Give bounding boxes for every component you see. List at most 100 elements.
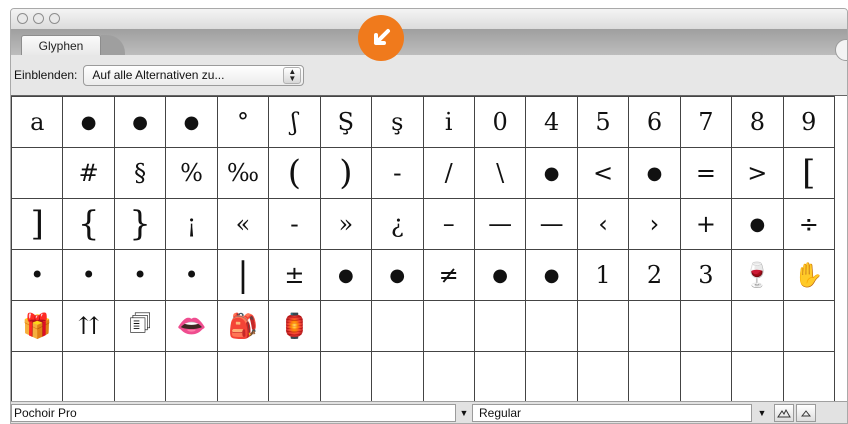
glyph-cell[interactable]: ● [628,147,681,199]
glyph-cell[interactable] [525,351,578,402]
glyph-cell[interactable] [628,300,681,352]
glyph-cell[interactable]: ● [731,198,784,250]
glyph-cell[interactable]: ‹ [576,198,630,250]
glyph-cell[interactable] [473,351,527,402]
glyph-cell[interactable] [422,351,475,402]
glyph-cell[interactable]: ● [165,96,218,148]
glyph-cell[interactable]: ş [371,96,424,148]
tab-glyphs[interactable]: Glyphen [21,35,101,55]
glyph-cell[interactable]: 1 [576,249,630,301]
glyph-cell[interactable]: ● [525,249,578,301]
glyph-cell[interactable]: 🗊 [113,300,167,352]
glyph-cell[interactable]: 4 [525,96,578,148]
glyph-cell[interactable]: \ [473,147,527,199]
glyph-cell[interactable]: ● [371,249,424,301]
glyph-cell[interactable]: ] [11,198,64,250]
glyph-cell[interactable]: § [113,147,167,199]
show-select[interactable]: Auf alle Alternativen zu... ▲ ▼ [83,64,305,86]
glyph-cell[interactable]: 0 [473,96,527,148]
glyph-cell[interactable] [319,300,373,352]
glyph-cell[interactable]: ● [319,249,373,301]
glyph-cell[interactable]: 6 [628,96,681,148]
glyph-cell[interactable] [731,300,784,352]
glyph-cell[interactable]: | [216,249,270,301]
glyph-cell[interactable] [11,147,64,199]
glyph-cell[interactable]: › [628,198,681,250]
glyph-cell[interactable]: ( [268,147,321,199]
glyph-cell[interactable]: } [113,198,167,250]
glyph-cell[interactable] [268,351,321,402]
glyph-cell[interactable]: { [62,198,115,250]
glyph-cell[interactable]: < [576,147,630,199]
glyph-cell[interactable]: 🍷 [731,249,784,301]
glyph-cell[interactable] [525,300,578,352]
glyph-cell[interactable]: a [11,96,64,148]
glyph-cell[interactable] [165,351,218,402]
glyph-cell[interactable] [371,351,424,402]
glyph-cell[interactable]: ≠ [422,249,475,301]
glyph-cell[interactable]: 🎁 [11,300,64,352]
font-family-dropdown-icon[interactable]: ▼ [454,404,474,422]
glyph-cell[interactable] [62,351,115,402]
close-window-icon[interactable] [17,13,28,24]
glyph-cell[interactable]: ÷ [782,198,836,250]
glyph-cell[interactable] [113,351,167,402]
glyph-cell[interactable]: • [165,249,218,301]
glyph-cell[interactable] [782,351,836,402]
glyph-cell[interactable]: ● [113,96,167,148]
glyph-cell[interactable]: ) [319,147,373,199]
glyph-cell[interactable]: 3 [679,249,733,301]
glyph-cell[interactable]: / [422,147,475,199]
font-family-field[interactable]: Pochoir Pro [11,404,456,422]
glyph-cell[interactable] [576,300,630,352]
glyph-cell[interactable]: ʃ [268,96,321,148]
glyph-cell[interactable]: ° [216,96,270,148]
glyph-cell[interactable]: 7 [679,96,733,148]
glyph-cell[interactable] [679,351,733,402]
glyph-cell[interactable] [628,351,681,402]
glyph-cell[interactable]: 9 [782,96,836,148]
glyph-cell[interactable] [473,300,527,352]
glyph-cell[interactable]: [ [782,147,836,199]
glyph-cell[interactable]: ¿ [371,198,424,250]
minimize-window-icon[interactable] [33,13,44,24]
glyph-cell[interactable] [422,300,475,352]
glyph-cell[interactable]: 8 [731,96,784,148]
glyph-cell[interactable]: ± [268,249,321,301]
glyph-cell[interactable]: 2 [628,249,681,301]
glyph-cell[interactable]: + [679,198,733,250]
glyph-cell[interactable]: 5 [576,96,630,148]
glyph-cell[interactable] [319,351,373,402]
glyph-cell[interactable]: ✋ [782,249,836,301]
glyph-cell[interactable]: 🏮 [268,300,321,352]
glyph-cell[interactable]: • [11,249,64,301]
glyph-cell[interactable] [11,351,64,402]
font-style-dropdown-icon[interactable]: ▼ [752,404,772,422]
glyph-cell[interactable]: ● [62,96,115,148]
glyph-cell[interactable]: % [165,147,218,199]
glyph-cell[interactable]: ● [525,147,578,199]
glyph-cell[interactable]: > [731,147,784,199]
zoom-out-button[interactable] [796,404,816,422]
glyph-cell[interactable] [731,351,784,402]
glyph-cell[interactable]: • [113,249,167,301]
zoom-in-button[interactable] [774,404,794,422]
glyph-cell[interactable]: ‰ [216,147,270,199]
glyph-cell[interactable] [216,351,270,402]
glyph-cell[interactable]: 🎒 [216,300,270,352]
glyph-cell[interactable] [679,300,733,352]
glyph-cell[interactable]: • [62,249,115,301]
glyph-cell[interactable]: Ş [319,96,373,148]
glyph-cell[interactable] [782,300,836,352]
glyph-cell[interactable]: i [422,96,475,148]
glyph-cell[interactable]: — [473,198,527,250]
glyph-cell[interactable]: « [216,198,270,250]
glyph-cell[interactable]: - [268,198,321,250]
glyph-cell[interactable]: — [525,198,578,250]
glyph-cell[interactable]: ¡ [165,198,218,250]
font-style-field[interactable]: Regular [472,404,752,422]
glyph-cell[interactable]: » [319,198,373,250]
glyph-cell[interactable]: ● [473,249,527,301]
glyph-cell[interactable]: - [371,147,424,199]
glyph-cell[interactable] [371,300,424,352]
